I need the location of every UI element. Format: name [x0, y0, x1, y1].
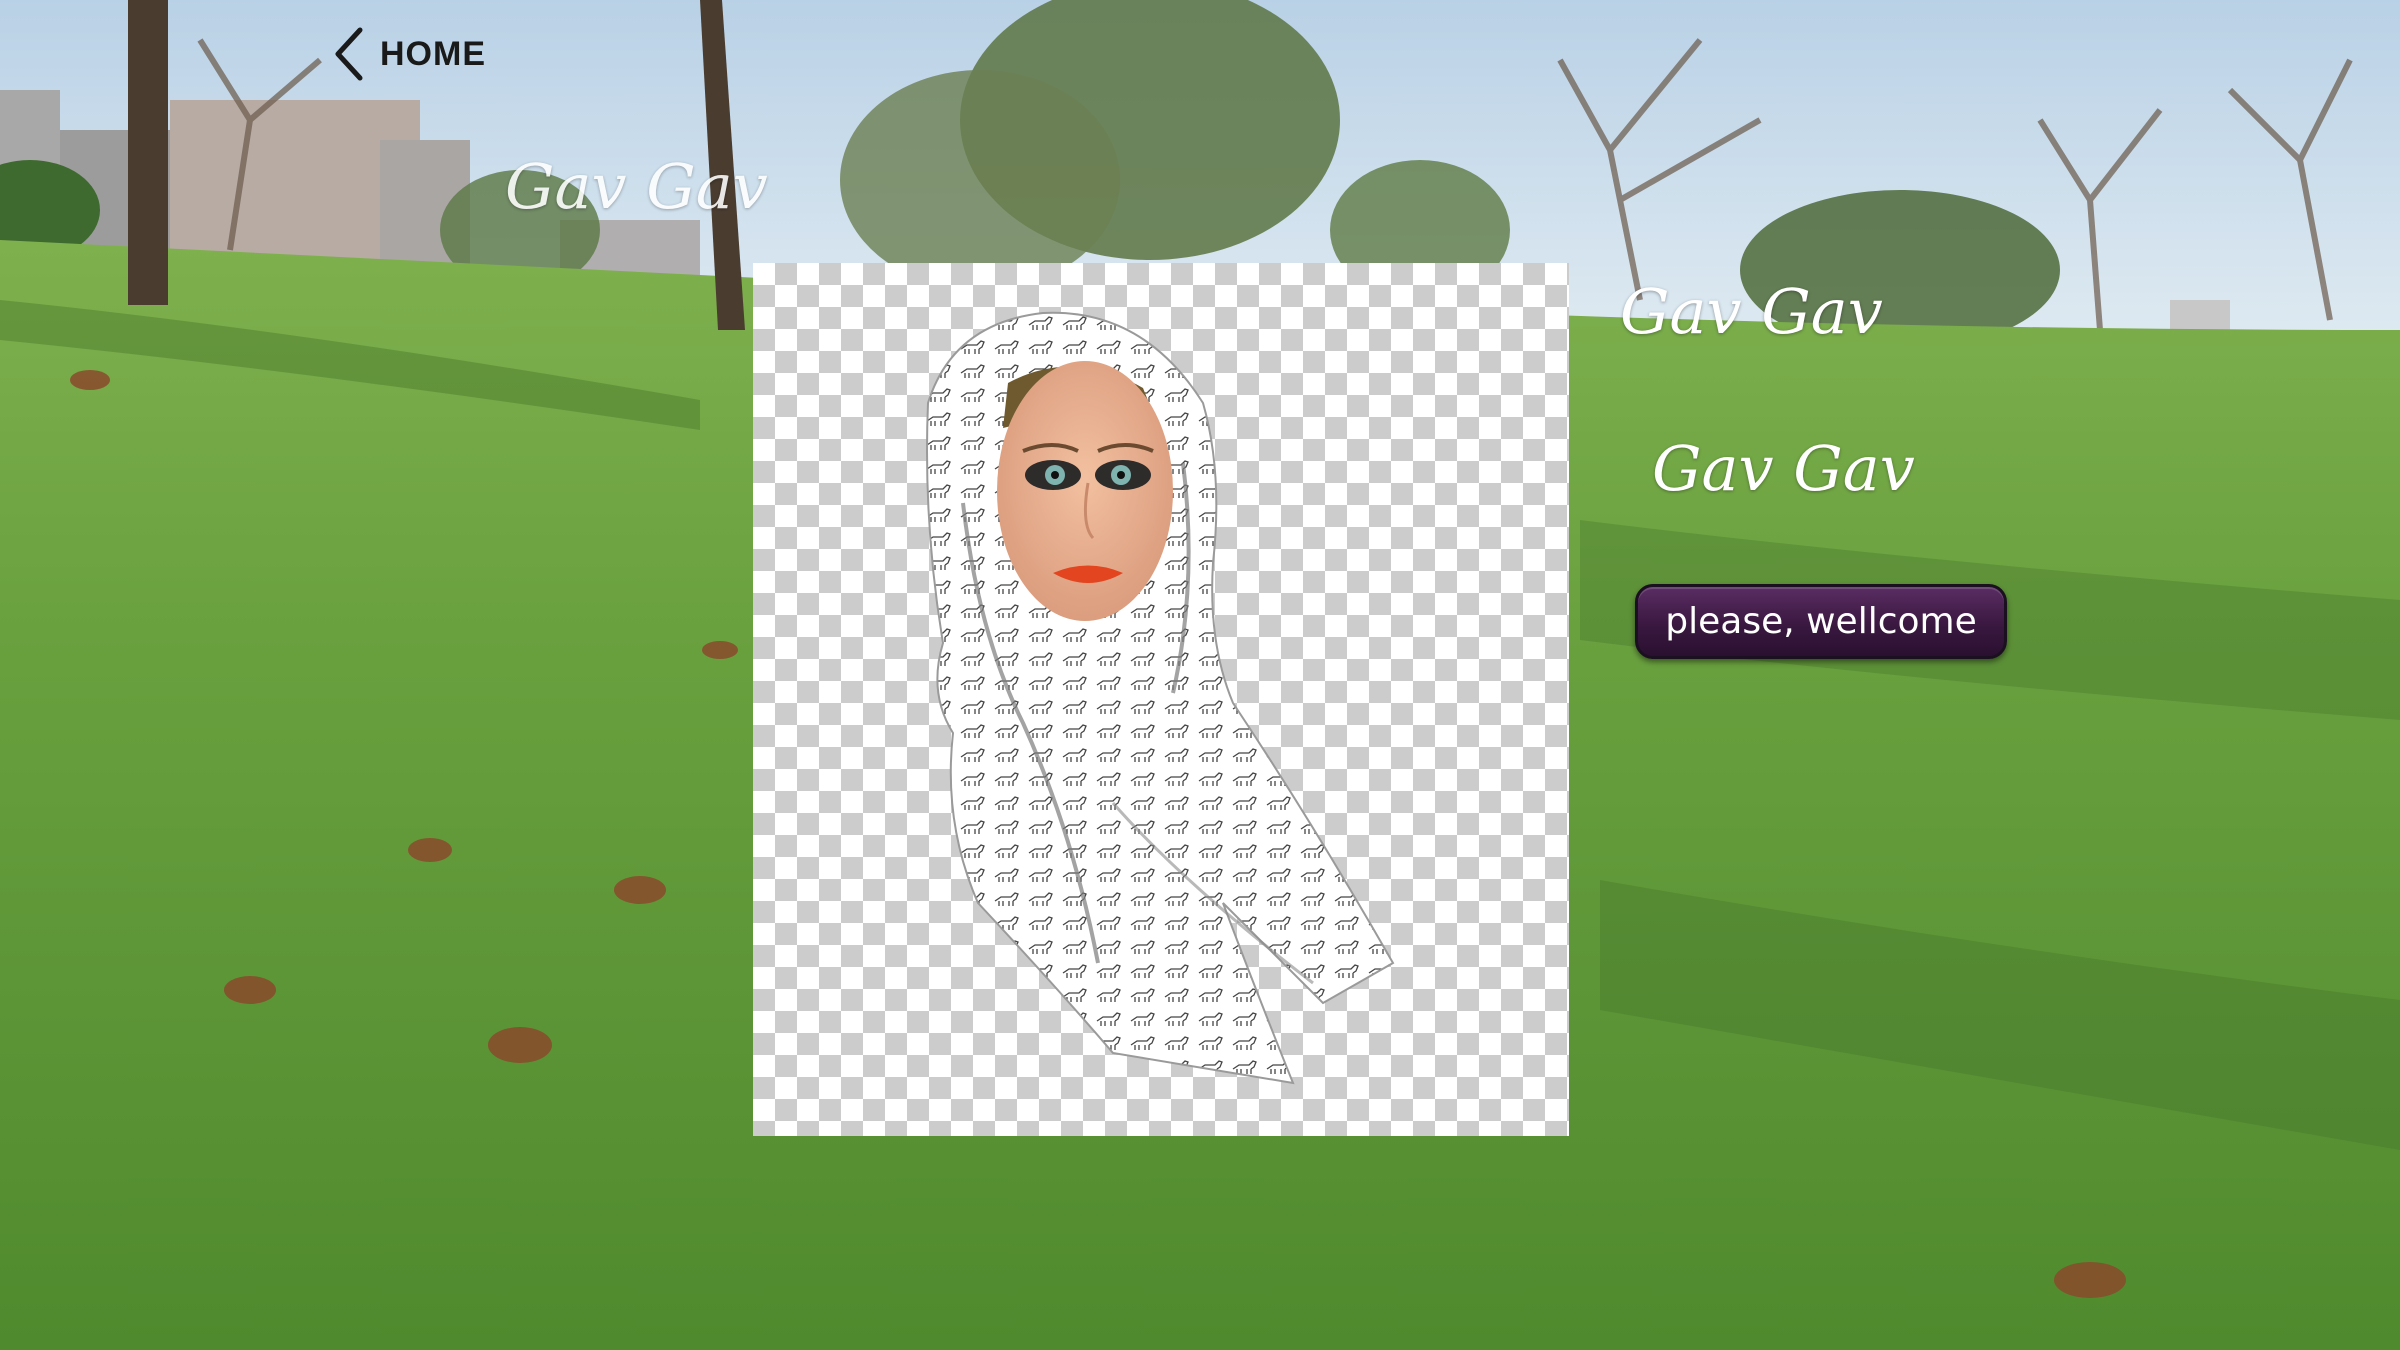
caption-gav-gav-2: Gav Gav	[1620, 275, 1883, 348]
image-canvas	[753, 263, 1569, 1136]
home-button[interactable]: HOME	[332, 26, 486, 82]
chevron-left-icon	[335, 27, 363, 81]
hooded-face-image	[926, 311, 1395, 1085]
home-label: HOME	[380, 34, 486, 73]
caption-gav-gav-1: Gav Gav	[505, 150, 768, 223]
caption-gav-gav-3: Gav Gav	[1652, 432, 1915, 505]
welcome-button[interactable]: please, wellcome	[1635, 584, 2007, 659]
